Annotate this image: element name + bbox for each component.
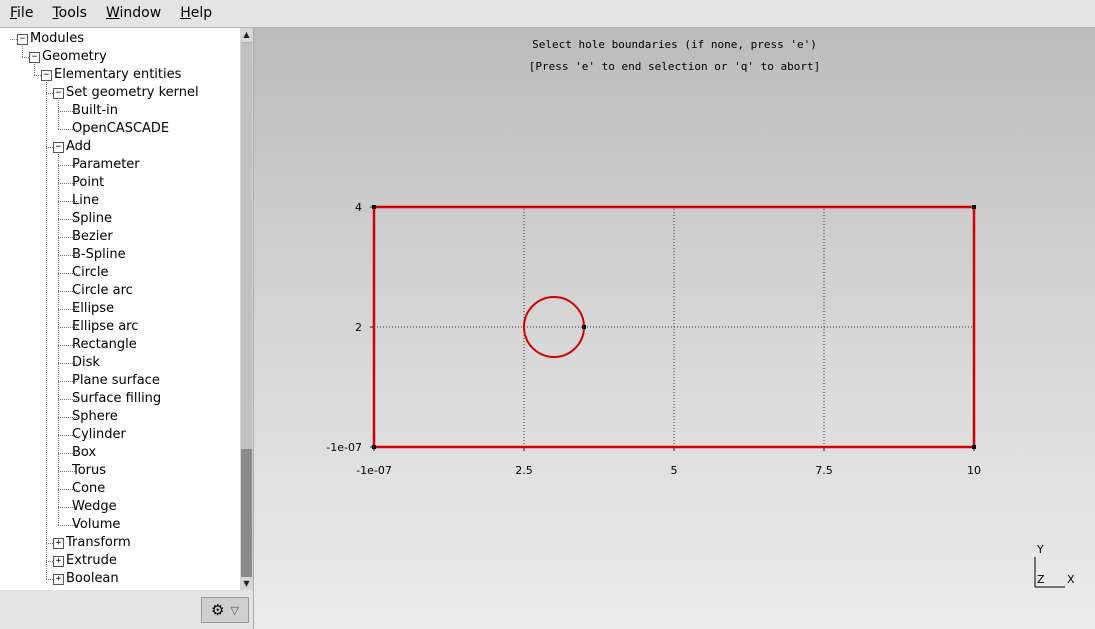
- tree-item-point[interactable]: Point: [72, 174, 104, 192]
- corner-point[interactable]: [972, 445, 976, 449]
- tree-item-transform[interactable]: Transform: [66, 534, 131, 552]
- scroll-down-icon[interactable]: ▼: [240, 577, 253, 590]
- tree-connector: [46, 93, 53, 94]
- x-tick-label: -1e-07: [356, 464, 392, 477]
- tree-item-circle-arc[interactable]: Circle arc: [72, 282, 133, 300]
- tree-item-add[interactable]: Add: [66, 138, 91, 156]
- scroll-track[interactable]: [241, 449, 252, 577]
- menu-bar: File Tools Window Help: [0, 0, 1095, 28]
- geometry-canvas[interactable]: -1e-07 2.5 5 7.5 10 4 2 -1e-07 Y Z X: [254, 28, 1095, 629]
- tree-item-plane-surface[interactable]: Plane surface: [72, 372, 160, 390]
- x-tick-label: 5: [671, 464, 678, 477]
- tree-item-torus[interactable]: Torus: [72, 462, 106, 480]
- corner-point[interactable]: [972, 205, 976, 209]
- tree-connector: [58, 152, 59, 525]
- tree-bottom-bar: ⚙ ▽: [0, 590, 253, 629]
- axis-y-label: Y: [1036, 543, 1044, 556]
- graphics-window[interactable]: Select hole boundaries (if none, press '…: [254, 28, 1095, 629]
- tree-scrollbar[interactable]: ▲ ▼: [240, 28, 253, 590]
- tree-connector: [58, 98, 59, 129]
- axis-x-label: X: [1067, 573, 1075, 586]
- module-tree-pane: − Modules − Geometry − Elementary entities − Se…: [0, 28, 254, 629]
- x-tick-label: 7.5: [815, 464, 833, 477]
- module-tree: − Modules − Geometry − Elementary entities − Se…: [0, 28, 240, 590]
- tree-connector: [46, 80, 47, 579]
- tree-connector: [10, 39, 17, 40]
- tree-connector: [46, 579, 53, 580]
- tree-item-set-geometry-kernel[interactable]: Set geometry kernel: [66, 84, 199, 102]
- tree-item-modules[interactable]: Modules: [30, 30, 84, 48]
- tree-item-built-in[interactable]: Built-in: [72, 102, 118, 120]
- x-tick-label: 2.5: [515, 464, 533, 477]
- tree-item-line[interactable]: Line: [72, 192, 99, 210]
- dropdown-triangle-icon: ▽: [230, 603, 239, 617]
- tree-item-boolean[interactable]: Boolean: [66, 570, 119, 588]
- tree-connector: [46, 543, 53, 544]
- tree-item-box[interactable]: Box: [72, 444, 96, 462]
- expand-icon[interactable]: +: [53, 556, 64, 567]
- tree-item-b-spline[interactable]: B-Spline: [72, 246, 126, 264]
- tree-item-circle[interactable]: Circle: [72, 264, 109, 282]
- tree-item-extrude[interactable]: Extrude: [66, 552, 117, 570]
- y-tick-label: 2: [355, 321, 362, 334]
- corner-point[interactable]: [372, 445, 376, 449]
- tree-connector: [46, 561, 53, 562]
- menu-tools[interactable]: Tools: [42, 0, 96, 27]
- tree-item-volume[interactable]: Volume: [72, 516, 120, 534]
- x-tick-label: 10: [967, 464, 981, 477]
- corner-point[interactable]: [372, 205, 376, 209]
- menu-window[interactable]: Window: [96, 0, 170, 27]
- tree-connector: [34, 62, 35, 75]
- tree-item-rectangle[interactable]: Rectangle: [72, 336, 137, 354]
- tree-item-elementary-entities[interactable]: Elementary entities: [54, 66, 181, 84]
- gear-icon: ⚙: [211, 601, 225, 619]
- tree-item-surface-filling[interactable]: Surface filling: [72, 390, 161, 408]
- tree-item-disk[interactable]: Disk: [72, 354, 100, 372]
- axis-z-label: Z: [1037, 573, 1045, 586]
- tree-item-ellipse[interactable]: Ellipse: [72, 300, 114, 318]
- tree-item-cone[interactable]: Cone: [72, 480, 105, 498]
- menu-help[interactable]: Help: [170, 0, 221, 27]
- tree-connector: [22, 57, 29, 58]
- tree-item-geometry[interactable]: Geometry: [42, 48, 107, 66]
- expand-icon[interactable]: +: [53, 538, 64, 549]
- tree-item-sphere[interactable]: Sphere: [72, 408, 118, 426]
- circle-point[interactable]: [582, 325, 586, 329]
- y-tick-label: 4: [355, 201, 362, 214]
- tree-item-cylinder[interactable]: Cylinder: [72, 426, 126, 444]
- y-tick-label: -1e-07: [326, 441, 362, 454]
- tree-item-parameter[interactable]: Parameter: [72, 156, 140, 174]
- expand-icon[interactable]: +: [53, 574, 64, 585]
- tree-item-ellipse-arc[interactable]: Ellipse arc: [72, 318, 138, 336]
- scroll-thumb[interactable]: [241, 42, 252, 450]
- options-button[interactable]: ⚙ ▽: [201, 597, 249, 623]
- tree-item-spline[interactable]: Spline: [72, 210, 112, 228]
- tree-connector: [22, 44, 23, 57]
- tree-connector: [46, 147, 53, 148]
- tree-item-wedge[interactable]: Wedge: [72, 498, 117, 516]
- tree-item-opencascade[interactable]: OpenCASCADE: [72, 120, 169, 138]
- menu-file[interactable]: File: [0, 0, 42, 27]
- tree-connector: [34, 75, 41, 76]
- scroll-up-icon[interactable]: ▲: [240, 28, 253, 41]
- tree-item-bezier[interactable]: Bezier: [72, 228, 113, 246]
